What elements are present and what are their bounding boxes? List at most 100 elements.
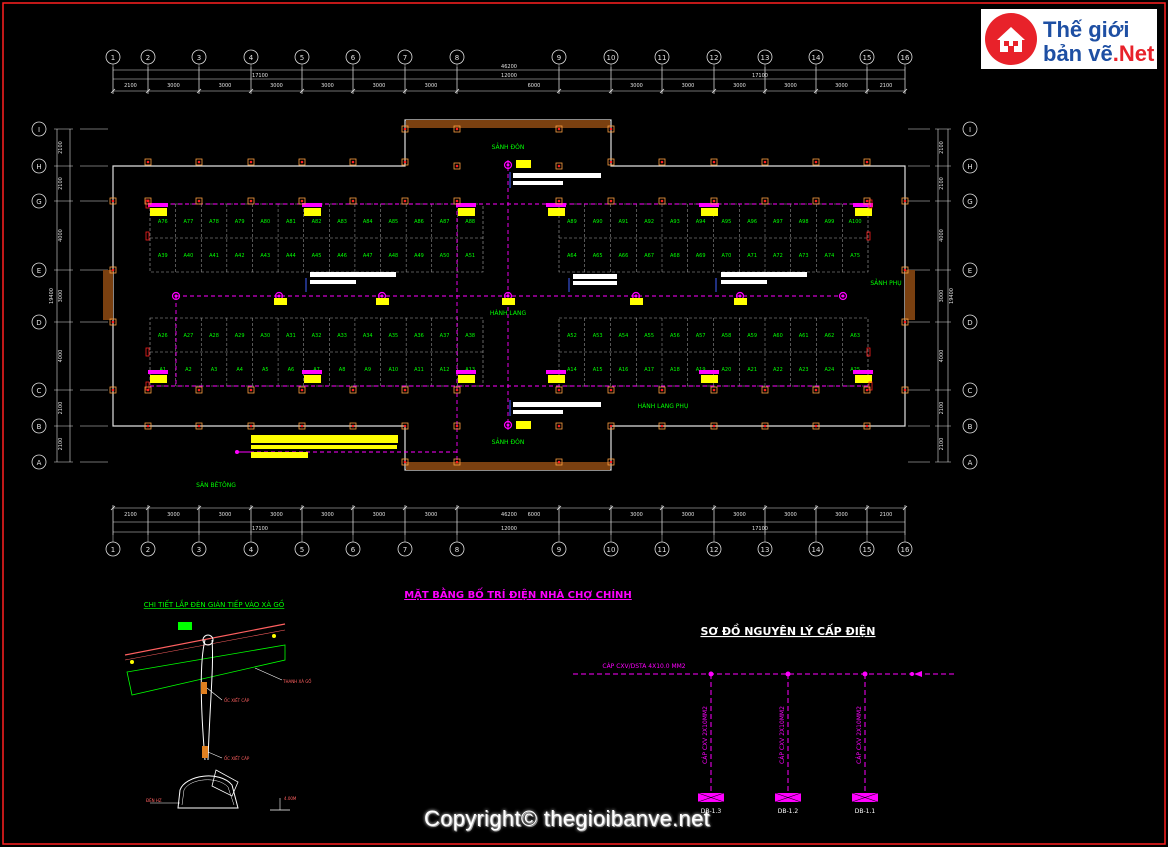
stall-label: A58	[721, 333, 731, 339]
grid-label: E	[968, 267, 972, 275]
stall-label: A83	[337, 219, 347, 225]
note-lamp: ĐÈN HZ	[146, 798, 162, 803]
stall-label: A88	[465, 219, 475, 225]
grid-label: G	[36, 198, 41, 206]
stall-label: A4	[236, 367, 243, 373]
grid-label: 1	[111, 54, 115, 62]
dim-total: 46200	[501, 512, 517, 518]
dim-left: 17100	[252, 73, 268, 79]
light-fixture-core	[277, 294, 281, 298]
legend-bar	[251, 435, 398, 443]
grid-label: 9	[557, 546, 561, 554]
note-bar	[573, 281, 617, 285]
light-fixture-core	[506, 294, 510, 298]
stall-label: A36	[414, 333, 424, 339]
light-fixture-core	[634, 294, 638, 298]
column-core	[351, 199, 355, 203]
column-core	[455, 460, 459, 464]
stall-label: A2	[185, 367, 192, 373]
stall-label: A57	[696, 333, 706, 339]
stall-label: A22	[773, 367, 783, 373]
grid-label: 8	[455, 54, 459, 62]
column-core	[609, 160, 613, 164]
column-core	[455, 127, 459, 131]
grid-label: C	[37, 387, 42, 395]
stall-label: A81	[286, 219, 296, 225]
note-bar	[721, 272, 807, 277]
outlet	[868, 381, 873, 391]
detail-title: CHI TIẾT LẮP ĐÈN GIÁN TIẾP VÀO XÀ GỒ	[144, 599, 285, 609]
note-bar	[513, 181, 563, 185]
column-core	[197, 160, 201, 164]
grid-label: A	[37, 459, 42, 467]
column-core	[557, 199, 561, 203]
lamp-shade	[177, 775, 239, 809]
grid-label: 2	[146, 54, 150, 62]
dim-span: 3000	[219, 83, 232, 89]
db-label: DB-1.2	[778, 808, 799, 815]
panel-tag	[304, 208, 321, 216]
grid-label: 15	[863, 546, 872, 554]
stall-label: A89	[567, 219, 577, 225]
stall-label: A63	[850, 333, 860, 339]
label-sanh-don-top: SẢNH ĐÓN	[492, 143, 525, 151]
brand-logo[interactable]: Thế giới bản vẽ.Net	[981, 9, 1157, 69]
grid-label: 6	[351, 546, 356, 554]
dim-span: 3000	[835, 512, 848, 518]
dim-span: 2100	[939, 177, 945, 190]
column-core	[197, 199, 201, 203]
stall-label: A6	[288, 367, 295, 373]
lamp-shade	[181, 779, 235, 806]
column-core	[300, 424, 304, 428]
grid-label: B	[968, 423, 973, 431]
stall-label: A9	[364, 367, 371, 373]
stall-label: A82	[312, 219, 322, 225]
stall-label: A43	[260, 253, 270, 259]
column-core	[865, 199, 869, 203]
column-core	[351, 388, 355, 392]
note-purlin: THANH XÀ GỒ	[282, 679, 311, 684]
stall-label: A100	[849, 219, 862, 225]
stall-label: A71	[747, 253, 757, 259]
leader	[254, 667, 283, 681]
roof-beam	[124, 629, 286, 661]
column-core	[865, 160, 869, 164]
column-core	[865, 424, 869, 428]
outlet	[145, 381, 150, 391]
dim-total: 19400	[49, 288, 55, 304]
stall-label: A29	[235, 333, 245, 339]
column-core	[557, 460, 561, 464]
stall-label: A70	[721, 253, 731, 259]
column-core	[111, 320, 115, 324]
column-core	[557, 424, 561, 428]
stall-label: A37	[440, 333, 450, 339]
dim-span: 3000	[425, 512, 438, 518]
label-san-be-tong: SÂN BÊTÔNG	[196, 481, 236, 489]
column-core	[111, 199, 115, 203]
stall-label: A61	[799, 333, 809, 339]
dim-span: 2100	[939, 402, 945, 415]
column-core	[249, 424, 253, 428]
panel-tag	[150, 208, 167, 216]
entrance-canopy-top	[406, 120, 610, 128]
grid-label: 9	[557, 54, 561, 62]
stall-label: A39	[158, 253, 168, 259]
column-core	[609, 199, 613, 203]
outlet	[145, 231, 150, 241]
stall-label: A31	[286, 333, 296, 339]
roof-beam	[124, 623, 286, 656]
stall-label: A99	[824, 219, 834, 225]
stall-label: A30	[260, 333, 270, 339]
stall-label: A73	[799, 253, 809, 259]
grid-label: H	[967, 163, 972, 171]
stall-label: A47	[363, 253, 373, 259]
note-bar	[721, 280, 767, 284]
stall-label: A72	[773, 253, 783, 259]
stall-label: A53	[593, 333, 603, 339]
light-fixture-core	[506, 163, 510, 167]
fixture-tag	[734, 298, 747, 305]
distribution-board	[148, 370, 168, 374]
distribution-board	[546, 370, 566, 374]
stall-label: A64	[567, 253, 577, 259]
distribution-board	[456, 370, 476, 374]
